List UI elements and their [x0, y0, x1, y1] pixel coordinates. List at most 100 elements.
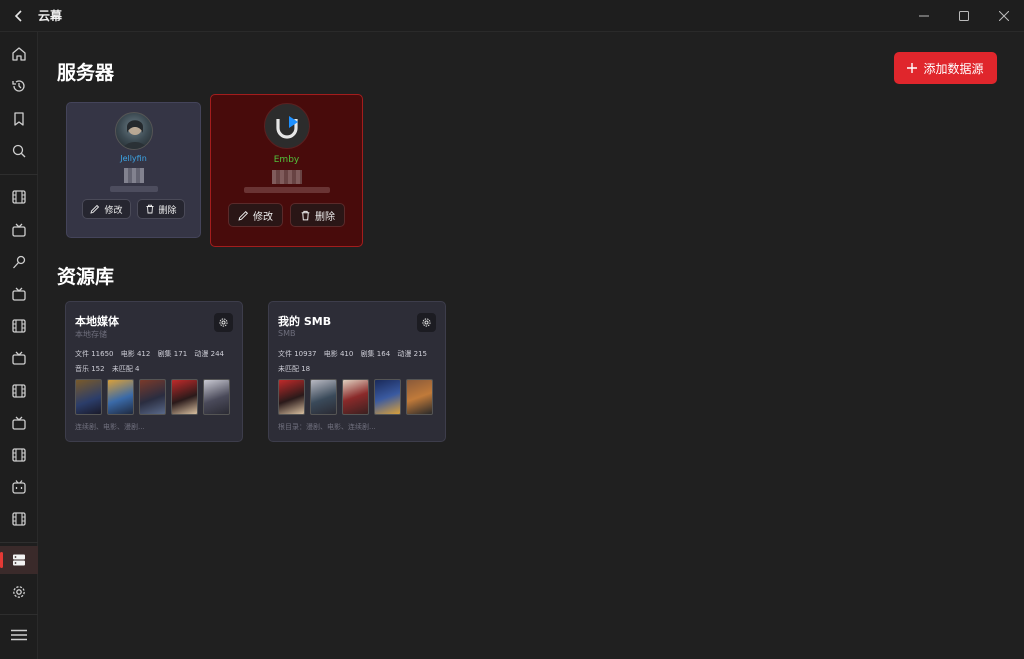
library-title: 我的 SMB [278, 315, 332, 328]
sidebar-item-film-2[interactable] [0, 312, 38, 340]
poster-thumbnail[interactable] [171, 379, 198, 415]
delete-server-button[interactable]: 删除 [290, 203, 345, 227]
add-data-source-button[interactable]: 添加数据源 [894, 52, 997, 84]
delete-label: 删除 [315, 211, 335, 223]
pencil-icon [90, 204, 100, 214]
poster-thumbnail[interactable] [107, 379, 134, 415]
server-name: Jellyfin [120, 154, 147, 163]
library-stats: 文件 10937 电影 410 剧集 164 动漫 215 未匹配 18 [278, 347, 438, 377]
gear-icon [13, 586, 25, 598]
sidebar-divider [0, 542, 38, 543]
poster-thumbnail[interactable] [310, 379, 337, 415]
sidebar-item-search[interactable] [0, 137, 38, 165]
stat-music: 音乐 152 [75, 365, 105, 373]
gear-icon [219, 318, 228, 327]
sidebar-item-tv-4[interactable] [0, 409, 38, 437]
poster-thumbnail[interactable] [342, 379, 369, 415]
history-icon [12, 80, 25, 92]
film-icon [12, 384, 26, 398]
pencil-icon [238, 210, 249, 221]
film-icon [12, 190, 26, 204]
tv-icon [12, 223, 26, 237]
tv-icon [12, 416, 26, 430]
plus-icon [907, 63, 918, 73]
delete-label: 删除 [158, 205, 177, 216]
minimize-icon [919, 15, 929, 17]
server-name: Emby [273, 155, 300, 165]
tv-icon [12, 287, 26, 301]
library-footer: 根目录：漫剧、电影、连续剧... [278, 423, 376, 431]
sidebar-item-home[interactable] [0, 40, 38, 68]
sidebar [0, 32, 38, 659]
stat-anime: 动漫 244 [194, 350, 224, 358]
stat-anime: 动漫 215 [397, 350, 427, 358]
poster-strip [75, 379, 230, 415]
server-icon [13, 554, 25, 566]
library-settings-button[interactable] [417, 313, 436, 332]
maximize-icon [959, 11, 969, 21]
poster-thumbnail[interactable] [139, 379, 166, 415]
sidebar-item-servers[interactable] [0, 546, 38, 574]
delete-server-button[interactable]: 删除 [136, 199, 185, 219]
gear-icon [422, 318, 431, 327]
edit-server-button[interactable]: 修改 [82, 199, 131, 219]
title-bar: 云幕 [0, 0, 1024, 32]
film-icon [12, 319, 26, 333]
tv-icon [12, 351, 26, 365]
library-card-local[interactable]: 本地媒体 本地存储 文件 11650 电影 412 剧集 171 动漫 244 … [65, 301, 243, 442]
poster-thumbnail[interactable] [406, 379, 433, 415]
stat-unmatched: 未匹配 4 [111, 365, 140, 373]
minimize-button[interactable] [904, 0, 944, 32]
sidebar-item-bookmarks[interactable] [0, 105, 38, 133]
sidebar-item-mic[interactable] [0, 248, 38, 276]
poster-thumbnail[interactable] [278, 379, 305, 415]
sidebar-item-tv-2[interactable] [0, 280, 38, 308]
stat-unmatched: 未匹配 18 [278, 365, 311, 373]
sidebar-divider [0, 614, 38, 615]
sidebar-item-film-1[interactable] [0, 183, 38, 211]
library-settings-button[interactable] [214, 313, 233, 332]
maximize-button[interactable] [944, 0, 984, 32]
sidebar-item-film-5[interactable] [0, 505, 38, 533]
stat-series: 剧集 171 [157, 350, 188, 358]
stat-movies: 电影 410 [323, 350, 354, 358]
sidebar-item-history[interactable] [0, 72, 38, 100]
avatar-image-icon [122, 120, 147, 149]
add-data-source-label: 添加数据源 [923, 61, 984, 76]
close-button[interactable] [984, 0, 1024, 32]
poster-thumbnail[interactable] [374, 379, 401, 415]
edit-server-button[interactable]: 修改 [228, 203, 283, 227]
emby-logo-icon [275, 116, 298, 139]
sidebar-item-film-3[interactable] [0, 377, 38, 405]
library-title: 本地媒体 [75, 315, 119, 328]
stat-files: 文件 11650 [75, 350, 114, 358]
poster-thumbnail[interactable] [203, 379, 230, 415]
microphone-icon [13, 255, 26, 269]
sidebar-item-film-4[interactable] [0, 441, 38, 469]
server-card-emby[interactable]: Emby 修改 删除 [210, 94, 363, 247]
library-subtitle: 本地存储 [75, 330, 107, 339]
servers-section-title: 服务器 [57, 62, 115, 84]
stat-series: 剧集 164 [360, 350, 391, 358]
back-button[interactable] [0, 0, 38, 32]
stat-files: 文件 10937 [278, 350, 317, 358]
trash-icon [301, 210, 310, 220]
server-card-jellyfin[interactable]: Jellyfin 修改 删除 [66, 102, 201, 238]
sidebar-item-settings[interactable] [0, 578, 38, 606]
window-controls [904, 0, 1024, 32]
chevron-left-icon [14, 9, 22, 22]
stat-movies: 电影 412 [120, 350, 151, 358]
library-card-smb[interactable]: 我的 SMB SMB 文件 10937 电影 410 剧集 164 动漫 215… [268, 301, 446, 442]
sidebar-item-bilibili[interactable] [0, 473, 38, 501]
close-icon [999, 11, 1009, 21]
sidebar-item-tv-3[interactable] [0, 344, 38, 372]
poster-thumbnail[interactable] [75, 379, 102, 415]
redacted-address [109, 186, 158, 192]
menu-icon [11, 629, 27, 641]
edit-label: 修改 [104, 205, 123, 216]
bilibili-icon [12, 480, 26, 494]
libraries-section-title: 资源库 [57, 266, 115, 288]
search-icon [12, 144, 26, 158]
sidebar-menu-toggle[interactable] [0, 621, 38, 649]
sidebar-item-tv-1[interactable] [0, 216, 38, 244]
